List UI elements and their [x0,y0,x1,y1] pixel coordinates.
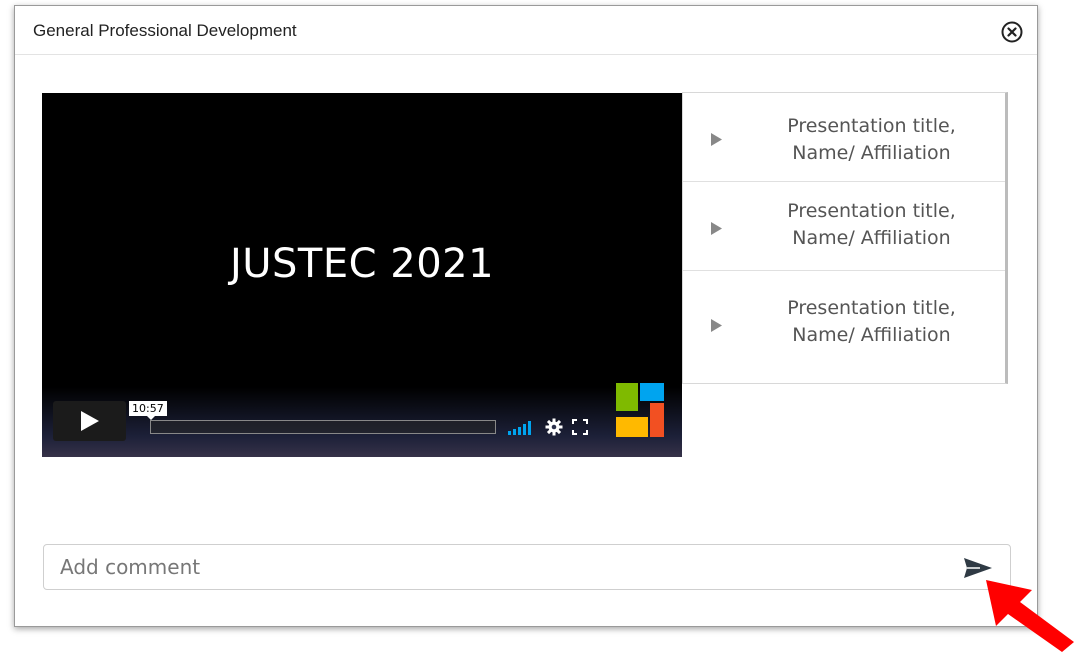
microsoft-stream-logo-icon [616,383,664,444]
playlist-item[interactable]: Presentation title, Name/ Affiliation [683,271,1005,381]
play-triangle-icon [711,222,722,235]
fullscreen-icon[interactable] [572,419,588,440]
play-triangle-icon [711,319,722,332]
playlist-item-title: Presentation title, [787,200,956,222]
gear-icon[interactable] [545,418,563,441]
comment-box [43,544,1011,590]
playlist-item[interactable]: Presentation title, Name/ Affiliation [683,93,1005,182]
playlist-item-affiliation: Name/ Affiliation [792,142,951,164]
time-tooltip: 10:57 [129,401,167,420]
playlist-item-title: Presentation title, [787,115,956,137]
playlist-item-affiliation: Name/ Affiliation [792,324,951,346]
presentation-playlist: Presentation title, Name/ Affiliation Pr… [682,92,1008,384]
playlist-item-text: Presentation title, Name/ Affiliation [748,198,995,252]
play-icon [81,411,99,431]
playlist-item-text: Presentation title, Name/ Affiliation [748,295,995,349]
dialog-title: General Professional Development [33,21,297,40]
play-triangle-icon [711,133,722,146]
close-icon[interactable] [1001,21,1023,43]
playlist-item-affiliation: Name/ Affiliation [792,227,951,249]
volume-bars-icon[interactable] [508,421,534,440]
playlist-item-text: Presentation title, Name/ Affiliation [748,113,995,167]
playlist-item[interactable]: Presentation title, Name/ Affiliation [683,182,1005,271]
progress-bar[interactable] [150,420,496,434]
red-pointer-arrow-icon [982,574,1077,659]
playlist-item-title: Presentation title, [787,297,956,319]
video-title-card: JUSTEC 2021 [229,241,495,287]
dialog-modal: General Professional Development JUSTEC … [14,5,1038,627]
comment-input[interactable] [44,545,956,589]
dialog-header: General Professional Development [15,6,1037,55]
play-button[interactable] [53,401,126,441]
video-player[interactable]: JUSTEC 2021 10:57 [42,93,682,457]
